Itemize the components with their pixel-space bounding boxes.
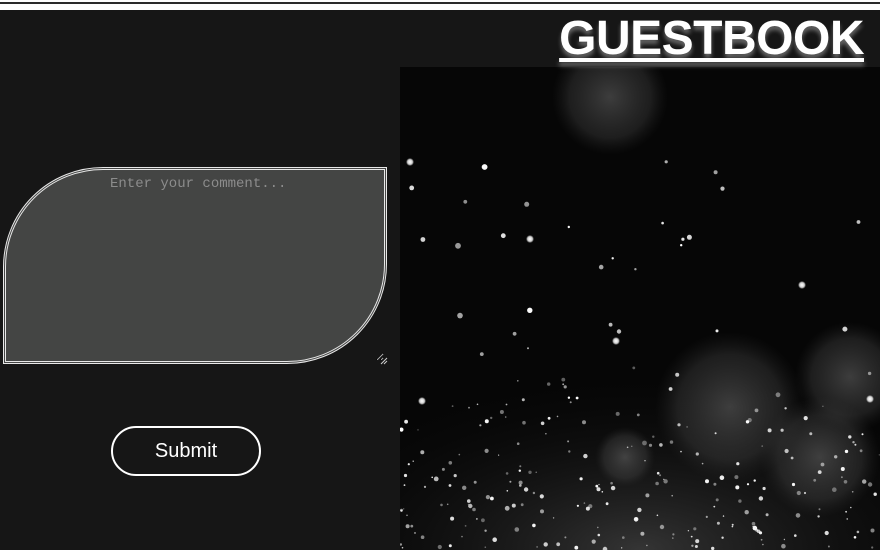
resize-grip-icon[interactable] bbox=[380, 357, 388, 365]
browser-top-strip bbox=[0, 0, 880, 10]
guestbook-page: GUESTBOOK Enter your comment... Submit bbox=[0, 10, 880, 550]
submit-button[interactable]: Submit bbox=[111, 426, 261, 476]
comment-form: Submit bbox=[3, 167, 395, 487]
comment-textarea[interactable] bbox=[3, 167, 387, 364]
page-title: GUESTBOOK bbox=[559, 12, 864, 65]
bokeh-sparkles-image bbox=[400, 67, 880, 550]
